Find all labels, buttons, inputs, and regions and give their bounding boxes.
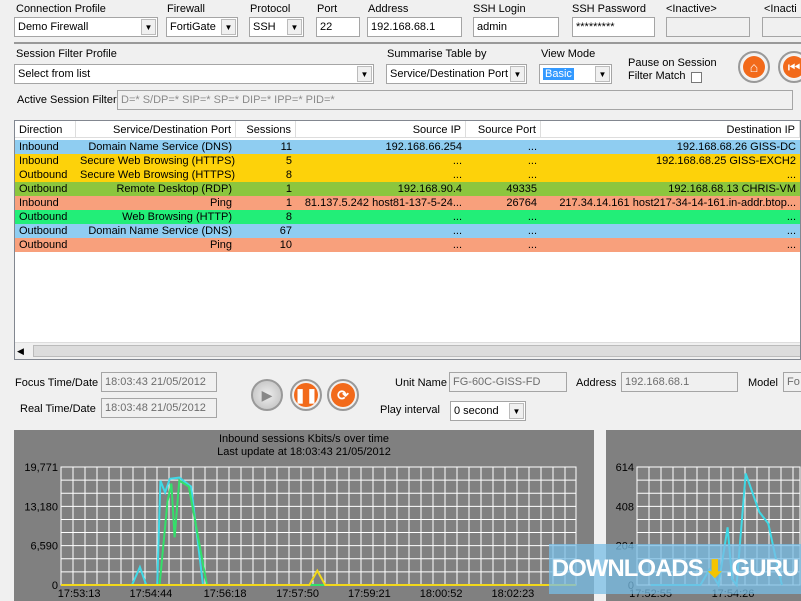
y-tick-label: 614 <box>616 462 634 474</box>
watermark: DOWNLOADS ⬇ .GURU <box>549 544 801 594</box>
y-tick-label: 13,180 <box>24 501 58 513</box>
y-tick-label: 408 <box>616 501 634 513</box>
y-tick-label: 6,590 <box>30 541 58 553</box>
watermark-text-2: .GURU <box>725 555 799 582</box>
y-tick-label: 19,771 <box>24 462 58 474</box>
plot-area <box>60 466 577 586</box>
x-tick-label: 17:57:50 <box>276 588 319 600</box>
download-arrow-icon: ⬇ <box>704 555 725 583</box>
x-tick-label: 17:53:13 <box>58 588 101 600</box>
charts-svg: 19,77113,1806,590017:53:13 17:54:44 17:56:… <box>24 462 801 600</box>
x-tick-label: 17:56:18 <box>204 588 247 600</box>
x-tick-label: 17:59:21 <box>348 588 391 600</box>
x-tick-label: 17:54:44 <box>129 588 172 600</box>
x-tick-label: 18:02:23 <box>491 588 534 600</box>
watermark-text: DOWNLOADS <box>551 555 704 582</box>
x-tick-label: 18:00:52 <box>420 588 463 600</box>
